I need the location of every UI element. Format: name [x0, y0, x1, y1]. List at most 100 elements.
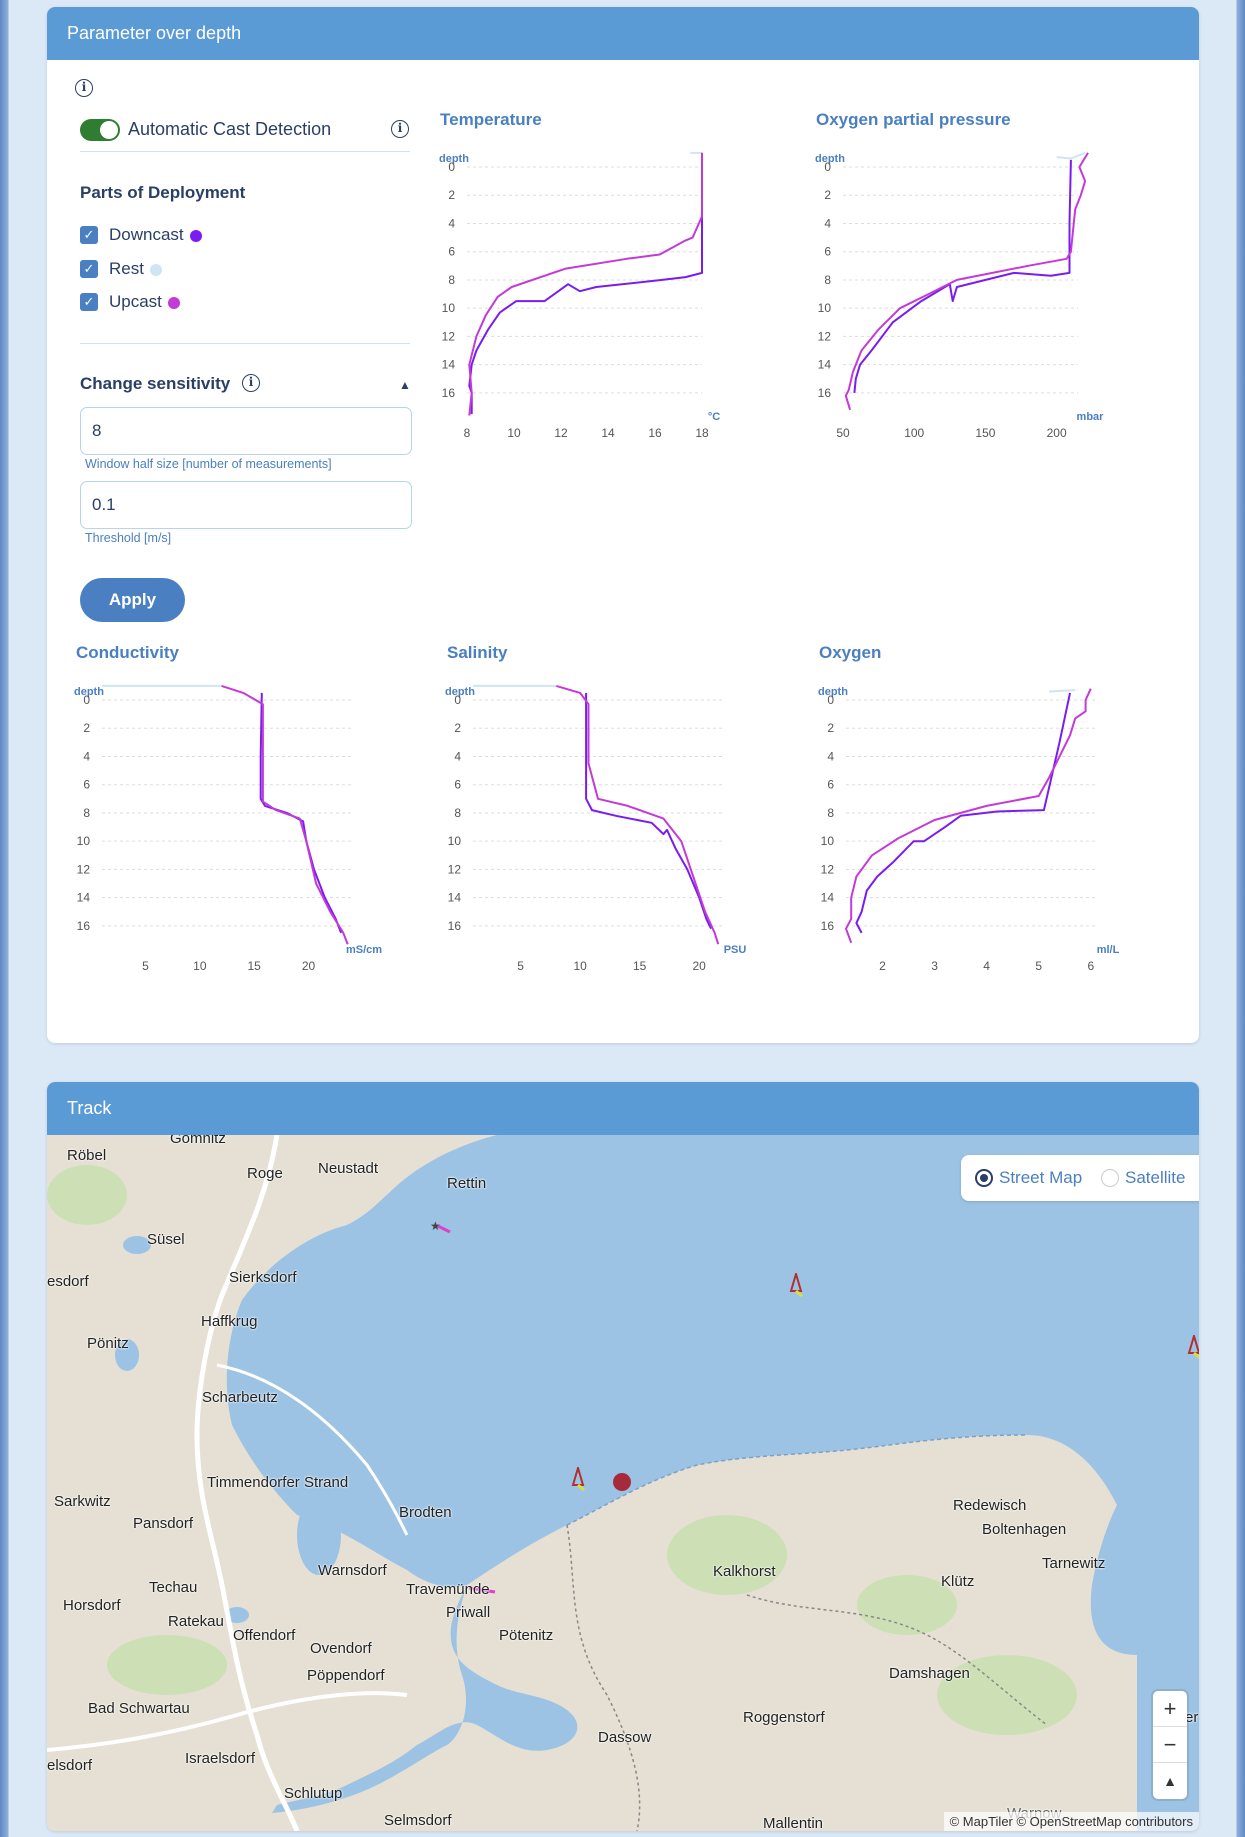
zoom-out-button[interactable]: − — [1153, 1727, 1187, 1763]
place-label: Rettin — [447, 1175, 487, 1192]
track-map[interactable]: ★ Gömnitz Röbel Roge Neustadt Rettin Süs… — [47, 1135, 1199, 1831]
chart-title-salinity: Salinity — [447, 643, 508, 662]
card-title: Track — [67, 1098, 112, 1118]
place-label: elsdorf — [47, 1757, 93, 1774]
x-tick-label: 150 — [975, 426, 995, 440]
track-position-marker[interactable] — [613, 1473, 631, 1491]
y-tick-label: 4 — [448, 216, 455, 230]
threshold-input[interactable]: 0.1 — [80, 481, 412, 529]
rest-color-dot — [149, 263, 162, 276]
oxygen-chart: depth02468101214162 3 4 5 6ml/L — [818, 686, 1120, 973]
y-tick-label: 6 — [827, 778, 834, 792]
y-tick-label: 0 — [448, 160, 455, 174]
part-label: Upcast — [109, 292, 162, 311]
y-tick-label: 12 — [77, 862, 91, 876]
place-label: Kalkhorst — [713, 1563, 776, 1580]
part-downcast: Downcast — [109, 225, 202, 245]
y-tick-label: 16 — [821, 919, 835, 933]
parts-title: Parts of Deployment — [80, 183, 246, 202]
sensitivity-info-icon[interactable]: i — [242, 374, 260, 392]
map-attribution[interactable]: © MapTiler © OpenStreetMap contributors — [943, 1812, 1199, 1831]
x-tick-label: 10 — [193, 959, 207, 973]
place-label: Röbel — [67, 1147, 107, 1164]
y-tick-label: 10 — [77, 834, 91, 848]
y-tick-label: 14 — [821, 891, 835, 905]
y-tick-label: 8 — [83, 806, 90, 820]
x-tick-label: 10 — [507, 426, 521, 440]
card-header: Parameter over depth — [47, 7, 1199, 60]
x-axis-label: °C — [708, 411, 720, 423]
x-tick-label: 18 — [695, 426, 709, 440]
compass-reset-button[interactable]: ▲ — [1153, 1763, 1187, 1799]
collapse-chevron-up-icon[interactable]: ▲ — [399, 378, 411, 392]
y-tick-label: 14 — [448, 891, 462, 905]
x-tick-label: 5 — [142, 959, 149, 973]
forest — [47, 1165, 127, 1225]
info-icon[interactable]: i — [75, 79, 93, 97]
part-label: Rest — [109, 259, 144, 278]
place-label: Süsel — [147, 1231, 185, 1248]
satellite-label[interactable]: Satellite — [1125, 1168, 1185, 1188]
y-tick-label: 10 — [818, 301, 832, 315]
x-tick-label: 15 — [633, 959, 647, 973]
y-tick-label: 8 — [448, 273, 455, 287]
threshold-hint: Threshold [m/s] — [85, 531, 172, 545]
automatic-cast-detection-toggle[interactable] — [80, 119, 120, 141]
y-tick-label: 2 — [824, 188, 831, 202]
place-label: Israelsdorf — [185, 1750, 256, 1767]
x-axis-label: mS/cm — [346, 944, 382, 956]
y-tick-label: 12 — [442, 329, 456, 343]
border — [566, 1524, 641, 1831]
place-label: Tarnewitz — [1042, 1555, 1106, 1572]
place-label: Boltenhagen — [982, 1521, 1067, 1538]
y-tick-label: 4 — [454, 749, 461, 763]
street-map-radio[interactable] — [975, 1169, 993, 1187]
y-tick-label: 14 — [818, 358, 832, 372]
place-label: Sierksdorf — [229, 1269, 297, 1286]
chart-title-conductivity: Conductivity — [76, 643, 179, 662]
x-axis-label: PSU — [724, 944, 747, 956]
y-tick-label: 12 — [818, 329, 832, 343]
temperature-chart: depth02468101214168 10 12 14 16 18°C — [439, 151, 720, 440]
place-label: Techau — [149, 1579, 198, 1596]
divider — [80, 343, 410, 344]
place-label: Mallentin — [763, 1815, 824, 1831]
y-tick-label: 4 — [827, 749, 834, 763]
checkbox-downcast[interactable]: ✓ — [80, 226, 98, 244]
series-line-upcast — [844, 152, 1089, 411]
window-half-size-input[interactable]: 8 — [80, 407, 412, 455]
x-tick-label: 5 — [1035, 959, 1042, 973]
place-label: Pöppendorf — [307, 1667, 385, 1684]
series-line-upcast — [468, 152, 703, 416]
y-tick-label: 6 — [824, 245, 831, 259]
x-tick-label: 3 — [931, 959, 938, 973]
y-tick-label: 16 — [77, 919, 91, 933]
forest — [107, 1635, 227, 1695]
place-label: Ratekau — [168, 1613, 224, 1630]
place-label: Haffkrug — [201, 1313, 258, 1330]
x-tick-label: 4 — [983, 959, 990, 973]
satellite-radio[interactable] — [1101, 1169, 1119, 1187]
x-tick-label: 2 — [879, 959, 886, 973]
series-line-rest — [1056, 151, 1086, 160]
y-tick-label: 4 — [83, 749, 90, 763]
y-tick-label: 4 — [824, 216, 831, 230]
cast-detection-info-icon[interactable]: i — [391, 120, 409, 138]
checkbox-upcast[interactable]: ✓ — [80, 293, 98, 311]
y-tick-label: 10 — [442, 301, 456, 315]
zoom-in-button[interactable]: + — [1153, 1691, 1187, 1727]
place-label: Ovendorf — [310, 1640, 372, 1657]
part-upcast: Upcast — [109, 292, 180, 312]
x-tick-label: 5 — [517, 959, 524, 973]
place-label: Brodten — [399, 1504, 452, 1521]
x-axis-label: mbar — [1077, 411, 1105, 423]
forest — [667, 1515, 787, 1595]
x-tick-label: 10 — [573, 959, 587, 973]
apply-button[interactable]: Apply — [80, 578, 185, 622]
zoom-controls: + − ▲ — [1153, 1691, 1187, 1799]
checkbox-rest[interactable]: ✓ — [80, 260, 98, 278]
y-tick-label: 16 — [448, 919, 462, 933]
sensitivity-title: Change sensitivity — [80, 374, 231, 393]
y-tick-label: 0 — [454, 693, 461, 707]
street-map-label[interactable]: Street Map — [999, 1168, 1082, 1188]
